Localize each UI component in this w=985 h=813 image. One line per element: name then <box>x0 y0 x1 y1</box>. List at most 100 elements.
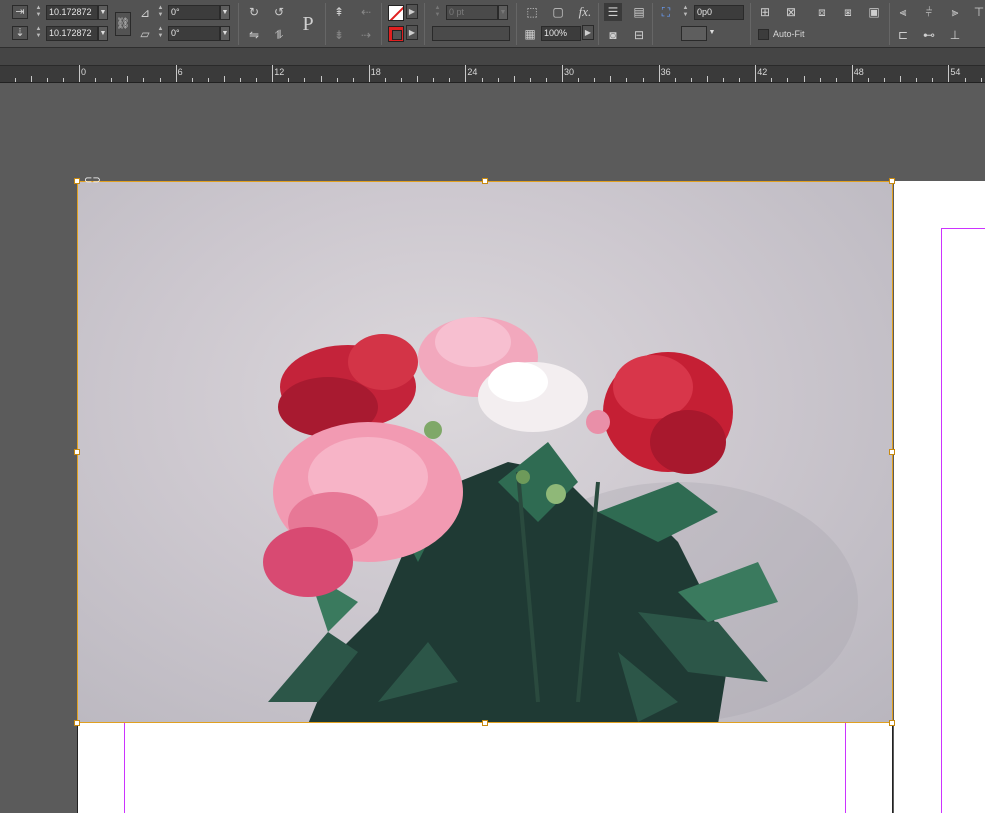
rotation-stepper[interactable]: ▲ ▼ <box>155 5 166 20</box>
stroke-weight-dropdown[interactable]: ▼ <box>498 5 508 20</box>
resize-handle-middle-left[interactable] <box>74 449 80 455</box>
toolbar-gap <box>0 48 985 65</box>
flip-horizontal-icon[interactable]: ⇋ <box>245 26 263 44</box>
distribute-left-icon[interactable]: ⊏ <box>894 26 912 44</box>
fill-frame-proportionally-icon[interactable]: ⧈ <box>813 3 831 21</box>
align-top-icon[interactable]: ⊤ <box>970 3 985 21</box>
ruler-tick <box>240 78 241 82</box>
align-vertical-center-icon[interactable]: ⊷ <box>920 26 938 44</box>
ruler-tick <box>884 78 885 82</box>
align-horizontal-center-icon[interactable]: ⫩ <box>920 3 938 21</box>
auto-fit-checkbox[interactable] <box>758 29 769 40</box>
scale-y-icon[interactable]: ⇣ <box>12 26 28 40</box>
y-offset-field[interactable]: 10.172872 <box>46 26 98 41</box>
effects-icon[interactable]: fx. <box>574 3 596 21</box>
shadow-toggle-icon[interactable]: ▢ <box>549 3 567 21</box>
shear-angle-field[interactable]: 0° <box>168 26 220 41</box>
stroke-weight-stepper[interactable]: ▲ ▼ <box>432 5 443 20</box>
fit-frame-to-content-icon[interactable]: ⊠ <box>782 3 800 21</box>
opacity-field[interactable]: 100% <box>541 26 581 41</box>
resize-handle-top-center[interactable] <box>482 178 488 184</box>
ruler-tick <box>272 65 274 82</box>
ruler-tick <box>30 76 32 82</box>
scale-x-icon[interactable]: ⇥ <box>12 5 28 19</box>
ruler-tick <box>562 65 563 82</box>
inset-stepper[interactable]: ▲ ▼ <box>680 5 691 20</box>
shear-stepper[interactable]: ▲ ▼ <box>155 26 166 41</box>
align-right-icon[interactable]: ⫸ <box>946 3 964 21</box>
resize-handle-bottom-right[interactable] <box>889 720 895 726</box>
flower-bouquet-image <box>263 317 858 722</box>
ruler-tick <box>723 78 724 82</box>
ruler-tick <box>207 78 209 82</box>
text-wrap-none-icon[interactable]: ☰ <box>604 3 622 21</box>
opacity-arrow-icon[interactable]: ▶ <box>582 25 594 40</box>
fill-menu-arrow-icon[interactable]: ▶ <box>406 4 418 19</box>
rotate-clockwise-icon[interactable]: ↻ <box>245 3 263 21</box>
ruler-tick <box>191 78 193 82</box>
x-offset-dropdown[interactable]: ▼ <box>98 5 108 20</box>
select-content-icon[interactable]: ⇟ <box>330 26 348 44</box>
constrain-proportions-icon[interactable]: ⛓ <box>115 12 131 36</box>
ruler-tick <box>771 78 773 82</box>
corner-shape-dropdown[interactable]: ▼ <box>707 26 717 41</box>
text-wrap-jump-icon[interactable]: ⊟ <box>630 26 648 44</box>
horizontal-ruler[interactable]: 0 6 12 18 24 30 36 42 48 54 <box>0 65 985 83</box>
align-left-icon[interactable]: ⫷ <box>894 3 912 21</box>
x-offset-stepper[interactable]: ▲ ▼ <box>33 5 44 20</box>
corner-shape-field[interactable] <box>681 26 707 41</box>
ruler-tick <box>95 78 97 82</box>
ruler-tick <box>545 78 547 82</box>
y-offset-stepper[interactable]: ▲ ▼ <box>33 26 44 41</box>
stroke-type-field[interactable] <box>432 26 510 41</box>
select-previous-icon[interactable]: ⇠ <box>357 3 375 21</box>
distribute-bottom-icon[interactable]: ⊥ <box>946 26 964 44</box>
resize-handle-top-right[interactable] <box>889 178 895 184</box>
divider <box>325 3 326 45</box>
shear-dropdown[interactable]: ▼ <box>220 26 230 41</box>
stroke-menu-arrow-icon[interactable]: ▶ <box>406 25 418 40</box>
ruler-tick <box>851 65 853 82</box>
stroke-swatch-icon[interactable] <box>388 26 404 42</box>
opacity-icon: ▦ <box>524 27 536 41</box>
ruler-tick <box>900 76 902 82</box>
ruler-tick <box>948 65 950 82</box>
rotation-angle-field[interactable]: 0° <box>168 5 220 20</box>
ruler-tick <box>256 78 258 82</box>
resize-handle-bottom-center[interactable] <box>482 720 488 726</box>
x-offset-field[interactable]: 10.172872 <box>46 5 98 20</box>
fit-content-to-frame-icon[interactable]: ⊞ <box>756 3 774 21</box>
resize-handle-top-left[interactable] <box>74 178 80 184</box>
frame-inset-icon[interactable]: ⛶ <box>657 3 675 21</box>
drop-shadow-icon[interactable]: ⬚ <box>523 3 541 21</box>
link-icon[interactable]: ⊂⊃ <box>84 175 101 186</box>
ruler-tick <box>14 78 16 82</box>
text-wrap-shape-icon[interactable]: ◙ <box>604 26 622 44</box>
ruler-label: 54 <box>950 67 961 77</box>
document-page-facing[interactable] <box>894 181 985 813</box>
image-frame[interactable] <box>77 181 893 723</box>
fill-swatch-icon[interactable] <box>388 5 404 21</box>
resize-handle-bottom-left[interactable] <box>74 720 80 726</box>
rotation-dropdown[interactable]: ▼ <box>220 5 230 20</box>
flip-vertical-icon[interactable]: ⥮ <box>270 26 288 44</box>
select-container-icon[interactable]: ⇞ <box>330 3 348 21</box>
ruler-tick <box>368 65 370 82</box>
ruler-tick <box>739 78 741 82</box>
stroke-weight-field[interactable]: 0 pt <box>446 5 498 20</box>
resize-handle-middle-right[interactable] <box>889 449 895 455</box>
center-content-icon[interactable]: ▣ <box>865 3 883 21</box>
inset-field[interactable]: 0p0 <box>694 5 744 20</box>
ruler-label: 24 <box>467 67 478 77</box>
ruler-tick <box>175 65 177 82</box>
divider <box>750 3 751 45</box>
rotate-counterclockwise-icon[interactable]: ↺ <box>270 3 288 21</box>
text-wrap-bbox-icon[interactable]: ▤ <box>630 3 648 21</box>
type-orientation-icon[interactable]: P <box>296 10 320 38</box>
fit-content-proportionally-icon[interactable]: ⧆ <box>839 3 857 21</box>
ruler-tick <box>417 76 419 82</box>
y-offset-dropdown[interactable]: ▼ <box>98 26 108 41</box>
ruler-tick <box>497 78 499 82</box>
select-next-icon[interactable]: ⇢ <box>357 26 375 44</box>
ruler-label: 6 <box>177 67 183 77</box>
